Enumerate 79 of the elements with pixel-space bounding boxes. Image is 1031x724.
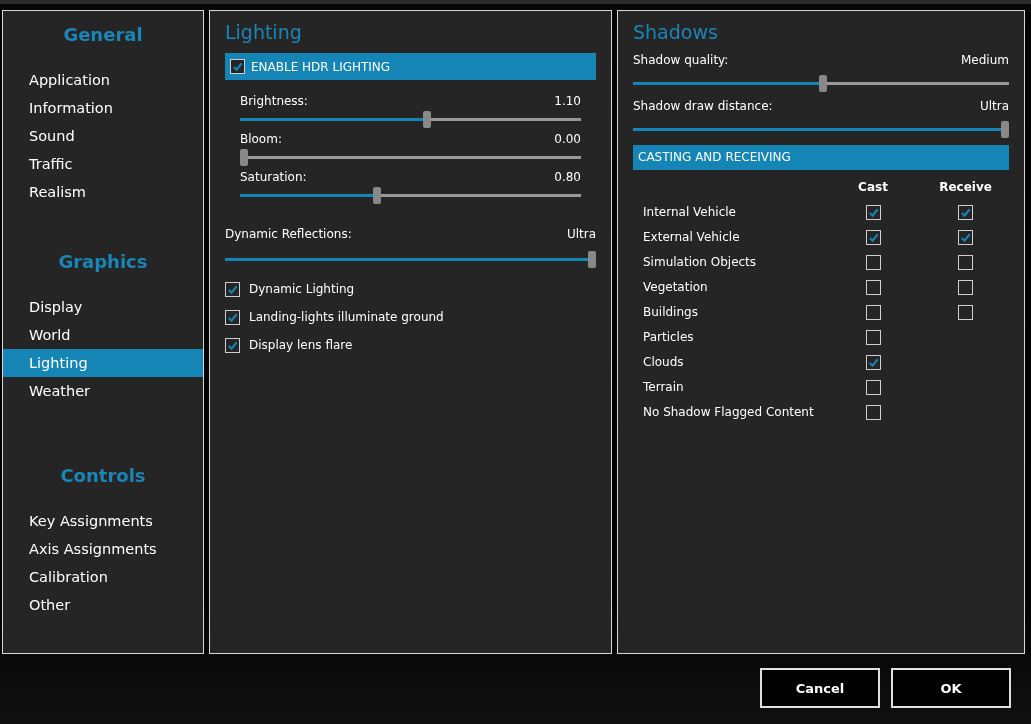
sidebar-item[interactable]: World	[3, 321, 203, 349]
row-label: Simulation Objects	[643, 254, 758, 271]
row-label: External Vehicle	[643, 229, 741, 246]
sidebar-item[interactable]: Key Assignments	[3, 507, 203, 535]
slider-label: Dynamic Reflections:	[224, 227, 352, 243]
sidebar-item[interactable]: Calibration	[3, 563, 203, 591]
slider-thumb[interactable]	[239, 149, 248, 166]
slider-value: Ultra	[979, 99, 1009, 115]
slider-label: Bloom:	[239, 132, 282, 148]
sidebar-item[interactable]: Weather	[3, 377, 203, 405]
slider-value: Medium	[961, 53, 1009, 69]
panel-title: Lighting	[224, 21, 303, 45]
slider-value: 0.00	[554, 132, 581, 148]
section-heading: Graphics	[57, 251, 149, 274]
slider-value: Ultra	[566, 227, 596, 243]
checkbox-label: Dynamic Lighting	[248, 282, 355, 296]
checkbox[interactable]	[958, 205, 973, 220]
dialog-button[interactable]: Cancel	[760, 668, 880, 708]
sidebar-item[interactable]: Application	[3, 66, 203, 94]
slider-label: Saturation:	[239, 170, 307, 186]
checkbox[interactable]	[224, 337, 240, 353]
column-header: Receive	[938, 180, 993, 196]
slider[interactable]	[633, 121, 1009, 139]
slider[interactable]	[239, 187, 581, 205]
checkbox[interactable]	[224, 309, 240, 325]
row-label: Vegetation	[643, 279, 709, 296]
checkbox[interactable]	[958, 305, 973, 320]
sidebar-item[interactable]: Display	[3, 293, 203, 321]
checkbox-label: Display lens flare	[248, 338, 353, 352]
checkbox[interactable]	[865, 305, 881, 320]
slider-thumb[interactable]	[1001, 121, 1009, 138]
row-label: No Shadow Flagged Content	[643, 404, 815, 421]
hdr-toggle-bar[interactable]: ENABLE HDR LIGHTING	[224, 53, 596, 80]
slider-value: 1.10	[554, 94, 581, 110]
row-label: Terrain	[643, 379, 685, 396]
checkbox[interactable]	[958, 280, 973, 295]
checkbox-label: Landing-lights illuminate ground	[248, 310, 444, 324]
slider[interactable]	[224, 251, 596, 269]
checkbox[interactable]	[865, 230, 881, 245]
slider-label: Brightness:	[239, 94, 308, 110]
checkbox[interactable]	[865, 355, 881, 370]
row-label: Internal Vehicle	[643, 204, 737, 221]
checkbox[interactable]	[229, 59, 245, 74]
sidebar-item[interactable]: Sound	[3, 122, 203, 150]
checkbox[interactable]	[865, 255, 881, 270]
checkbox[interactable]	[865, 380, 881, 395]
slider[interactable]	[633, 75, 1009, 93]
row-label: Particles	[643, 329, 695, 346]
checkbox[interactable]	[958, 230, 973, 245]
checkbox[interactable]	[224, 281, 240, 297]
sidebar-item[interactable]: Lighting	[3, 349, 203, 377]
panel-title: Shadows	[633, 21, 719, 45]
slider-thumb[interactable]	[818, 75, 827, 92]
slider-label: Shadow draw distance:	[633, 99, 773, 115]
slider-thumb[interactable]	[588, 251, 596, 268]
sidebar-item[interactable]: Information	[3, 94, 203, 122]
slider-thumb[interactable]	[373, 187, 382, 204]
slider-thumb[interactable]	[423, 111, 432, 128]
section-heading: Controls	[59, 465, 147, 488]
slider-label: Shadow quality:	[633, 53, 729, 69]
checkbox[interactable]	[865, 280, 881, 295]
slider[interactable]	[239, 149, 581, 167]
row-label: Clouds	[643, 354, 685, 371]
slider-value: 0.80	[554, 170, 581, 186]
sidebar-item[interactable]: Other	[3, 591, 203, 619]
hdr-label: ENABLE HDR LIGHTING	[250, 59, 391, 74]
sidebar-item[interactable]: Realism	[3, 178, 203, 206]
checkbox[interactable]	[958, 255, 973, 270]
column-header: Cast	[857, 180, 889, 196]
sidebar-item[interactable]: Axis Assignments	[3, 535, 203, 563]
section-header: CASTING AND RECEIVING	[633, 145, 1009, 170]
checkbox[interactable]	[865, 330, 881, 345]
dialog-button[interactable]: OK	[891, 668, 1011, 708]
slider[interactable]	[239, 111, 581, 129]
row-label: Buildings	[643, 304, 699, 321]
sidebar-item[interactable]: Traffic	[3, 150, 203, 178]
checkbox[interactable]	[865, 405, 881, 420]
section-heading: General	[62, 24, 144, 47]
checkbox[interactable]	[865, 205, 881, 220]
